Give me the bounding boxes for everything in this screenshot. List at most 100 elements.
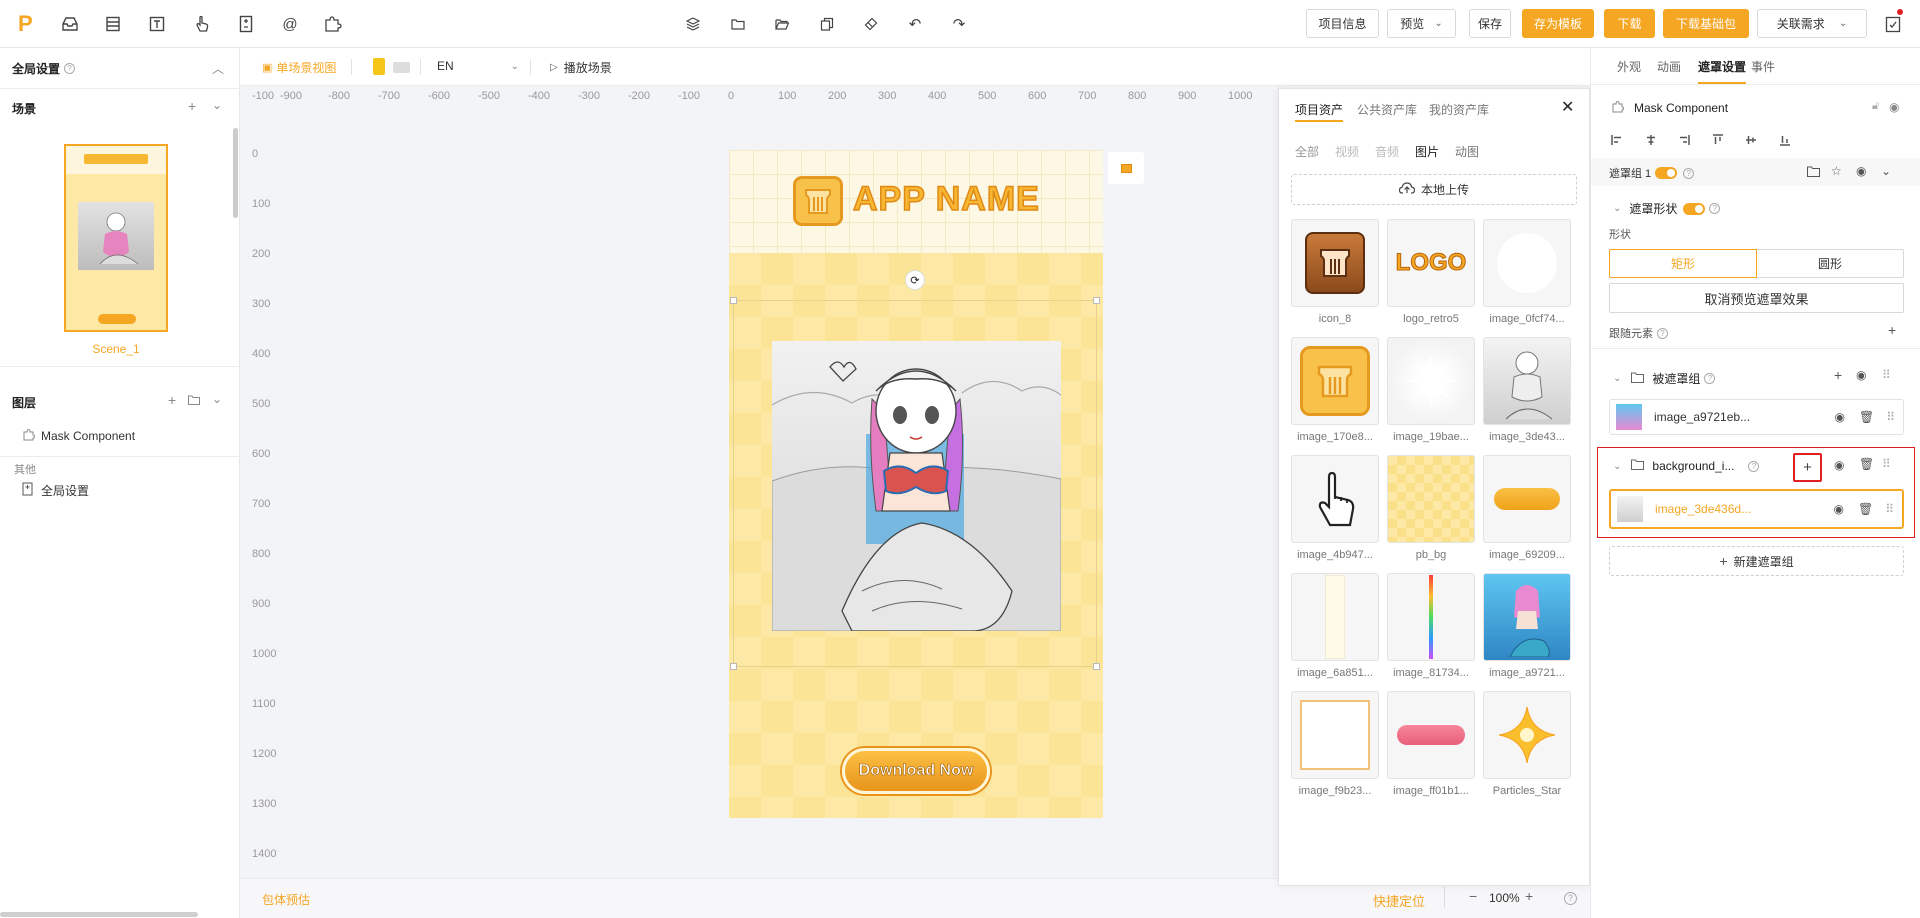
add-icon[interactable]: + <box>1834 367 1842 383</box>
chevron-down-icon[interactable]: ⌄ <box>1613 203 1621 214</box>
play-scene-button[interactable]: ▷ 播放场景 <box>550 59 612 76</box>
ticket-icon[interactable] <box>236 14 256 34</box>
asset-item[interactable]: image_3de43... <box>1483 337 1571 443</box>
package-estimate-link[interactable]: 包体预估 <box>262 891 310 908</box>
add-to-group-button[interactable]: + <box>1793 453 1822 482</box>
portrait-toggle[interactable] <box>373 58 385 75</box>
tab-public-assets[interactable]: 公共资产库 <box>1357 101 1417 118</box>
tab-animation[interactable]: 动画 <box>1657 58 1681 75</box>
save-as-template-button[interactable]: 存为模板 <box>1522 9 1594 38</box>
folder-icon[interactable] <box>1807 166 1820 180</box>
local-upload-button[interactable]: 本地上传 <box>1291 174 1577 205</box>
chevron-down-icon[interactable]: ⌄ <box>1613 461 1621 472</box>
drag-handle-icon[interactable]: ⠿ <box>1885 502 1894 516</box>
folder-open-icon[interactable] <box>772 14 792 34</box>
close-icon[interactable]: ✕ <box>1561 97 1574 117</box>
language-select[interactable]: EN ⌄ <box>437 59 519 73</box>
eye-icon[interactable]: ◉ <box>1856 164 1866 178</box>
undo-icon[interactable]: ↶ <box>905 14 925 34</box>
asset-item[interactable]: Particles_Star <box>1483 691 1571 797</box>
save-button[interactable]: 保存 <box>1469 9 1511 38</box>
align-center-v-icon[interactable] <box>1745 134 1757 149</box>
rotate-handle[interactable]: ⟳ <box>905 270 925 290</box>
trash-icon[interactable]: 🗑︎ <box>1858 502 1873 516</box>
star-icon[interactable]: ☆ <box>1831 164 1842 178</box>
scene-thumbnail[interactable] <box>64 144 168 332</box>
eraser-icon[interactable] <box>861 14 881 34</box>
asset-item[interactable]: image_a9721... <box>1483 573 1571 679</box>
align-right-icon[interactable] <box>1678 134 1690 149</box>
other-item-global-settings[interactable]: 全局设置 <box>22 482 89 499</box>
inbox-icon[interactable] <box>60 14 80 34</box>
drag-handle-icon[interactable]: ⠿ <box>1886 410 1895 424</box>
asset-item[interactable]: LOGO logo_retro5 <box>1387 219 1475 325</box>
resize-handle[interactable] <box>1093 663 1100 670</box>
eye-icon[interactable]: ◉ <box>1889 100 1899 114</box>
filter-video[interactable]: 视频 <box>1335 143 1359 160</box>
resize-handle[interactable] <box>730 297 737 304</box>
align-bottom-icon[interactable] <box>1779 134 1791 149</box>
preview-button[interactable]: 预览 ⌄ <box>1387 9 1456 38</box>
eye-icon[interactable]: ◉ <box>1833 502 1843 516</box>
cta-button[interactable]: Download Now <box>842 748 990 794</box>
tab-appearance[interactable]: 外观 <box>1617 58 1641 75</box>
mask-group-toggle[interactable] <box>1655 167 1678 179</box>
project-info-button[interactable]: 项目信息 <box>1306 9 1379 38</box>
add-follow-element-icon[interactable]: + <box>1888 322 1896 338</box>
artboard-settings-button[interactable] <box>1108 152 1144 184</box>
resize-handle[interactable] <box>730 663 737 670</box>
chevron-down-icon[interactable]: ⌄ <box>1881 164 1891 178</box>
filter-all[interactable]: 全部 <box>1295 143 1319 160</box>
layer-item-mask-component[interactable]: Mask Component <box>22 428 135 444</box>
mask-shape-toggle[interactable] <box>1683 202 1706 215</box>
asset-item[interactable]: image_4b947... <box>1291 455 1379 561</box>
masked-item-row[interactable]: image_a9721eb... ◉ 🗑︎ ⠿ <box>1609 399 1904 435</box>
view-mode-button[interactable]: ▣ 单场景视图 <box>262 59 336 76</box>
asset-item[interactable]: image_81734... <box>1387 573 1475 679</box>
hand-pointer-icon[interactable] <box>192 14 212 34</box>
lock-icon[interactable]: 🔓︎ <box>1872 100 1879 113</box>
resize-handle[interactable] <box>1093 297 1100 304</box>
trash-icon[interactable]: 🗑︎ <box>1859 457 1874 471</box>
asset-item[interactable]: pb_bg <box>1387 455 1475 561</box>
drag-handle-icon[interactable]: ⠿ <box>1882 368 1891 382</box>
copy-icon[interactable] <box>817 14 837 34</box>
zoom-in-button[interactable]: + <box>1525 888 1533 904</box>
cancel-preview-button[interactable]: 取消预览遮罩效果 <box>1609 283 1904 313</box>
text-icon[interactable] <box>147 14 167 34</box>
eye-icon[interactable]: ◉ <box>1834 458 1844 472</box>
filter-audio[interactable]: 音频 <box>1375 143 1399 160</box>
asset-item[interactable]: image_f9b23... <box>1291 691 1379 797</box>
landscape-toggle[interactable] <box>393 62 410 73</box>
add-folder-icon[interactable] <box>188 394 200 408</box>
filter-image[interactable]: 图片 <box>1415 143 1439 160</box>
download-button[interactable]: 下载 <box>1604 9 1655 38</box>
download-basic-package-button[interactable]: 下载基础包 <box>1663 9 1749 38</box>
asset-item[interactable]: image_19bae... <box>1387 337 1475 443</box>
puzzle-icon[interactable] <box>323 14 343 34</box>
at-sign-icon[interactable]: @ <box>280 14 300 34</box>
eye-icon[interactable]: ◉ <box>1834 410 1844 424</box>
chevron-down-icon[interactable]: ⌄ <box>212 392 222 406</box>
tab-events[interactable]: 事件 <box>1751 58 1775 75</box>
asset-item[interactable]: image_ff01b1... <box>1387 691 1475 797</box>
chevron-down-icon[interactable]: ⌄ <box>1613 373 1621 384</box>
asset-item[interactable]: image_6a851... <box>1291 573 1379 679</box>
layout-icon[interactable] <box>103 14 123 34</box>
align-left-icon[interactable] <box>1611 134 1623 149</box>
add-scene-icon[interactable]: + <box>188 98 196 114</box>
redo-icon[interactable]: ↷ <box>949 14 969 34</box>
chevron-up-icon[interactable]: ︿ <box>212 60 224 77</box>
filter-gif[interactable]: 动图 <box>1455 143 1479 160</box>
quick-locate-button[interactable]: 快捷定位 <box>1373 891 1425 910</box>
layers-icon[interactable] <box>683 14 703 34</box>
asset-item[interactable]: image_69209... <box>1483 455 1571 561</box>
asset-item[interactable]: icon_8 <box>1291 219 1379 325</box>
chevron-down-icon[interactable]: ⌄ <box>212 98 222 112</box>
new-mask-group-button[interactable]: + 新建遮罩组 <box>1609 546 1904 576</box>
background-item-row[interactable]: image_3de436d... ◉ 🗑︎ ⠿ <box>1609 489 1904 529</box>
asset-item[interactable]: image_0fcf74... <box>1483 219 1571 325</box>
tab-mask-settings[interactable]: 遮罩设置 <box>1698 58 1746 75</box>
add-layer-icon[interactable]: + <box>168 392 176 408</box>
asset-item[interactable]: image_170e8... <box>1291 337 1379 443</box>
